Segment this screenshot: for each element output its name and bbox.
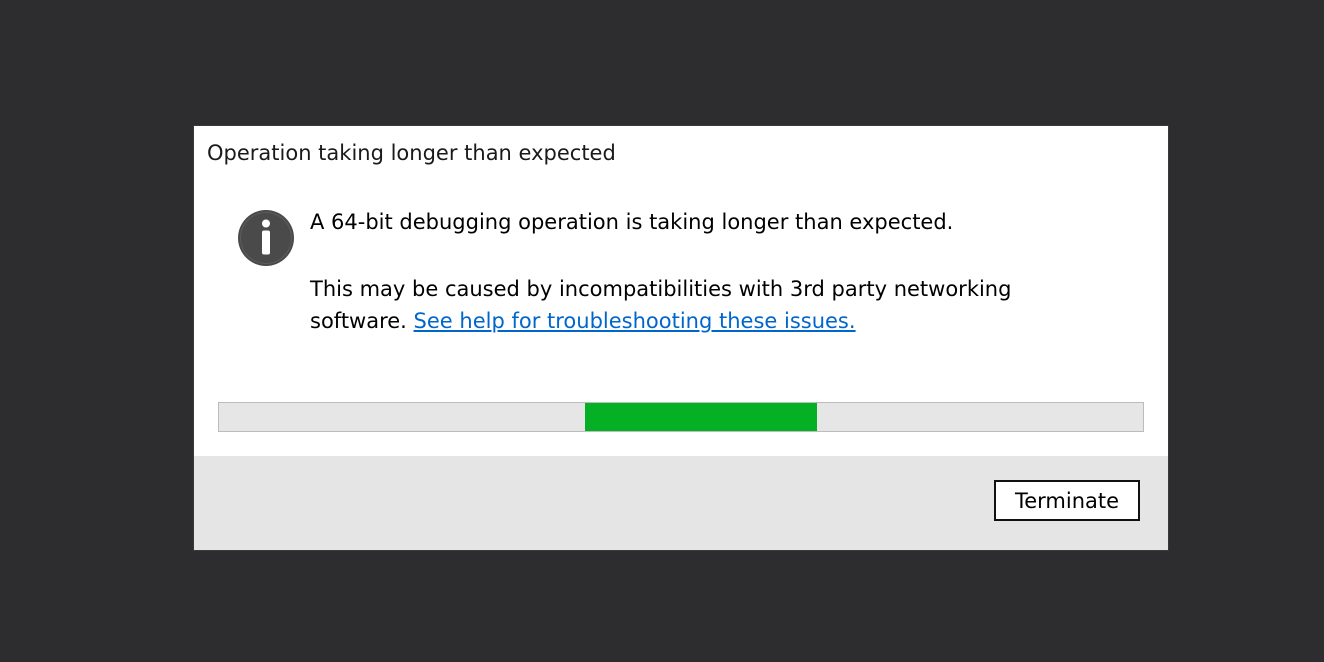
- dialog-title: Operation taking longer than expected: [207, 141, 616, 165]
- progress-bar: [218, 402, 1144, 432]
- dialog-window: Operation taking longer than expected A …: [194, 126, 1168, 550]
- secondary-message: This may be caused by incompatibilities …: [310, 273, 1070, 337]
- info-icon: [238, 210, 294, 266]
- primary-message: A 64-bit debugging operation is taking l…: [310, 210, 954, 234]
- help-link[interactable]: See help for troubleshooting these issue…: [414, 309, 856, 333]
- terminate-button[interactable]: Terminate: [994, 480, 1140, 521]
- dialog-footer: Terminate: [194, 456, 1168, 550]
- progress-fill: [584, 403, 817, 431]
